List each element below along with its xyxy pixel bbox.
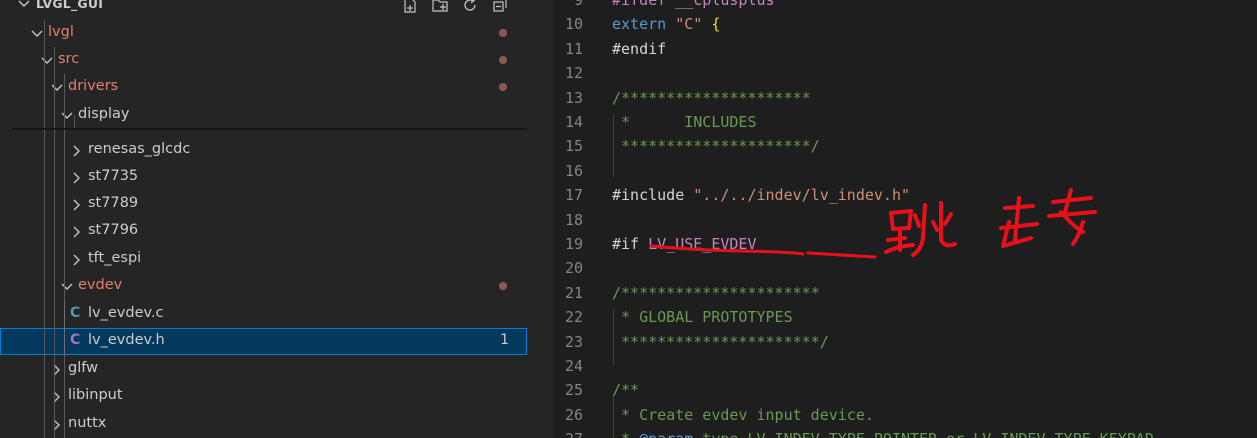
tree-item-label: src [58, 51, 80, 67]
tree-item-label: lv_evdev.c [88, 305, 164, 321]
collapse-all-icon[interactable] [489, 0, 511, 16]
chevron-down-icon[interactable] [60, 280, 74, 294]
chevron-down-icon[interactable] [50, 81, 64, 95]
handwritten-annotation [649, 188, 1097, 259]
refresh-icon[interactable] [459, 0, 481, 16]
chevron-down-icon[interactable] [16, 0, 32, 12]
modified-dot-icon [499, 56, 507, 64]
tree-item-label: renesas_glcdc [88, 141, 191, 157]
chevron-right-icon[interactable] [70, 171, 84, 185]
explorer-section-header[interactable]: LVGL_GUI [0, 0, 527, 15]
code-editor[interactable]: 9 #ifdef __cplusplus 10 extern "C" {11 #endi… [553, 0, 1257, 438]
workspace-title: LVGL_GUI [36, 0, 104, 11]
tree-file-lv-evdev-c[interactable]: Clv_evdev.c [0, 301, 527, 328]
chevron-down-icon[interactable] [30, 27, 44, 41]
chevron-right-icon[interactable] [50, 418, 64, 432]
tree-item-label: st7735 [88, 168, 139, 184]
chevron-right-icon[interactable] [70, 225, 84, 239]
tree-folder-evdev[interactable]: evdev [0, 273, 527, 300]
tree-folder-st7735[interactable]: st7735 [0, 164, 527, 191]
tree-folder-st7789[interactable]: st7789 [0, 191, 527, 218]
tree-item-label: evdev [78, 277, 123, 293]
tree-item-label: tft_espi [88, 250, 142, 266]
tree-item-label: drivers [68, 78, 119, 94]
scroll-shadow [12, 128, 527, 130]
indent-guide [64, 301, 65, 355]
tree-folder-renesas-glcdc[interactable]: renesas_glcdc [0, 137, 527, 164]
chevron-right-icon[interactable] [70, 144, 84, 158]
tree-file-lv-evdev-h[interactable]: Clv_evdev.h 1 [0, 328, 527, 355]
indent-guide [44, 20, 45, 438]
chevron-right-icon[interactable] [70, 198, 84, 212]
c-file-icon: C [70, 305, 81, 321]
tree-item-label: glfw [68, 360, 98, 376]
indent-guide [54, 47, 55, 438]
new-file-icon[interactable] [399, 0, 421, 16]
tree-folder-src[interactable]: src [0, 47, 527, 74]
c-header-file-icon: C [70, 332, 81, 348]
tree-folder-st7796[interactable]: st7796 [0, 218, 527, 245]
explorer-panel: LVGL_GUI lvgl src drivers display renesas_gl… [0, 0, 527, 438]
tree-item-label: lvgl [48, 24, 74, 40]
sash-divider[interactable] [527, 0, 553, 438]
problem-count-badge: 1 [500, 332, 509, 348]
tree-item-label: nuttx [68, 415, 107, 431]
tree-folder-tft-espi[interactable]: tft_espi [0, 246, 527, 273]
chevron-down-icon[interactable] [40, 54, 54, 68]
chevron-right-icon[interactable] [70, 253, 84, 267]
modified-dot-icon [499, 29, 507, 37]
chevron-down-icon[interactable] [60, 109, 74, 123]
chevron-right-icon[interactable] [50, 363, 64, 377]
tree-folder-display[interactable]: display [0, 102, 527, 129]
tree-item-label: st7796 [88, 222, 139, 238]
tree-item-label: st7789 [88, 195, 139, 211]
modified-dot-icon [499, 83, 507, 91]
tree-folder-drivers[interactable]: drivers [0, 74, 527, 101]
tree-item-label: libinput [68, 387, 123, 403]
new-folder-icon[interactable] [429, 0, 451, 16]
modified-dot-icon [499, 282, 507, 290]
tree-folder-libinput[interactable]: libinput [0, 383, 527, 410]
tree-folder-lvgl[interactable]: lvgl [0, 20, 527, 47]
tree-folder-glfw[interactable]: glfw [0, 356, 527, 383]
tree-folder-nuttx[interactable]: nuttx [0, 411, 527, 438]
tree-item-label: lv_evdev.h [88, 332, 165, 348]
chevron-right-icon[interactable] [50, 390, 64, 404]
tree-item-label: display [78, 106, 130, 122]
